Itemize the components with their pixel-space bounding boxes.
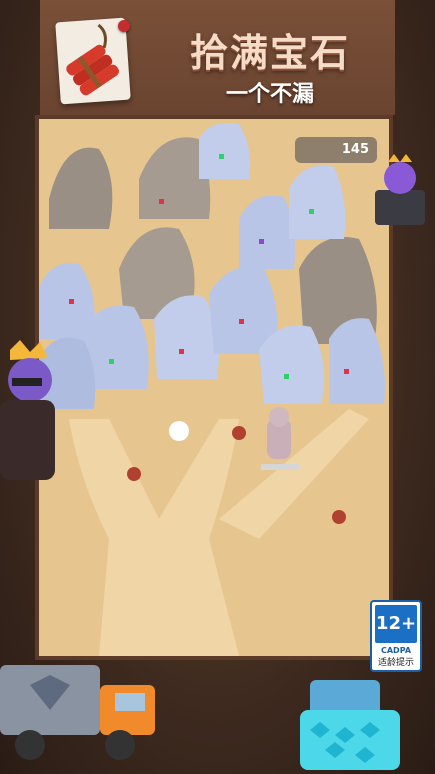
page-title: 拾满宝石 bbox=[189, 31, 350, 75]
game-area[interactable]: 145 bbox=[35, 115, 393, 660]
bomb-icon bbox=[127, 467, 141, 481]
game-scene bbox=[39, 123, 385, 656]
truck bbox=[0, 665, 155, 760]
bomb-icon bbox=[332, 510, 346, 524]
bomb-icon bbox=[232, 426, 246, 440]
left-character bbox=[0, 340, 55, 480]
age-rating-badge: 12+ CADPA 适龄提示 bbox=[370, 600, 422, 672]
pin-icon bbox=[118, 20, 130, 32]
gem-chest bbox=[300, 680, 400, 770]
score-counter: 145 bbox=[295, 137, 377, 163]
sand-path bbox=[69, 419, 239, 656]
age-rating-tip: 适龄提示 bbox=[377, 658, 414, 668]
dynamite-marker-icon bbox=[169, 421, 189, 441]
age-rating-org: CADPA bbox=[380, 646, 412, 655]
age-rating-value: 12+ bbox=[375, 605, 417, 643]
page-subtitle: 一个不漏 bbox=[225, 82, 314, 107]
treasure-character bbox=[375, 154, 425, 225]
